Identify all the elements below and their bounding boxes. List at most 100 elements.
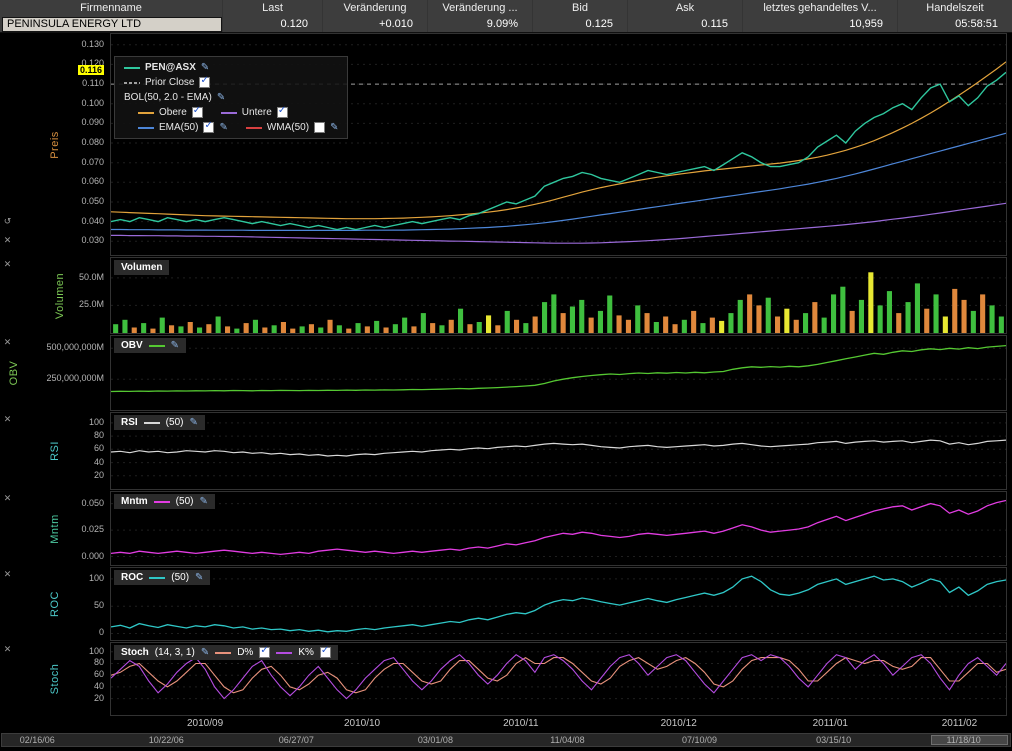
y-tick-label: 0.050 xyxy=(81,498,104,508)
header-label-last-traded-volume: letztes gehandeltes V... xyxy=(742,0,897,16)
k-percent-label: K% xyxy=(298,647,314,658)
y-tick-label: 60 xyxy=(94,669,104,679)
obv-plot[interactable]: OBV ✎ xyxy=(110,335,1007,411)
y-tick-label: 0.090 xyxy=(81,117,104,127)
d-percent-checkbox[interactable] xyxy=(259,647,270,658)
x-axis-tick-label: 2011/02 xyxy=(942,718,977,729)
y-tick-label: 0.030 xyxy=(81,235,104,245)
scrollbar-date-label: 10/22/06 xyxy=(149,735,184,745)
stochastic-legend: Stoch (14, 3, 1) ✎ D% K% xyxy=(114,645,338,660)
rsi-panel-close-button[interactable]: ✕ xyxy=(2,414,13,425)
obv-panel: OBV 500,000,000M250,000,000M OBV ✎ xyxy=(0,335,1012,411)
edit-icon[interactable]: ✎ xyxy=(330,123,338,133)
roc-legend-title: ROC xyxy=(121,572,143,583)
edit-icon[interactable]: ✎ xyxy=(201,63,209,73)
last-price-axis-marker: 0.116 xyxy=(78,65,104,75)
roc-panel-close-button[interactable]: ✕ xyxy=(2,569,13,580)
scrollbar-date-label: 02/16/06 xyxy=(20,735,55,745)
header-label-veraenderung-pct: Veränderung ... xyxy=(427,0,532,16)
y-tick-label: 80 xyxy=(94,430,104,440)
momentum-legend-title: Mntm xyxy=(121,496,148,507)
stochastic-param-label: (14, 3, 1) xyxy=(155,647,195,658)
bollinger-label: BOL(50, 2.0 - EMA) xyxy=(124,92,212,103)
prior-close-checkbox[interactable] xyxy=(199,77,210,88)
scrollbar-date-label: 06/27/07 xyxy=(279,735,314,745)
rsi-plot-svg xyxy=(111,413,1006,489)
wma-checkbox[interactable] xyxy=(314,122,325,133)
prior-close-legend-row: Prior Close xyxy=(124,77,338,88)
y-tick-label: 100 xyxy=(89,417,104,427)
edit-icon[interactable]: ✎ xyxy=(199,497,207,507)
volume-plot[interactable]: Volumen xyxy=(110,257,1007,334)
company-name-field[interactable]: PENINSULA ENERGY LTD xyxy=(2,17,222,32)
header-label-bid: Bid xyxy=(532,0,627,16)
stochastic-legend-title: Stoch xyxy=(121,647,149,658)
scrollbar-date-label: 11/18/10 xyxy=(946,735,980,745)
y-tick-label: 0.025 xyxy=(81,524,104,534)
volume-y-axis: 50.0M25.0M xyxy=(0,257,107,334)
x-axis-tick-label: 2011/01 xyxy=(813,718,848,729)
time-range-scrollbar[interactable]: 02/16/0610/22/0606/27/0703/01/0811/04/08… xyxy=(1,733,1011,747)
y-tick-label: 0.060 xyxy=(81,176,104,186)
rsi-plot[interactable]: RSI (50) ✎ xyxy=(110,412,1007,490)
quote-header: Firmenname Last Veränderung Veränderung … xyxy=(0,0,1012,33)
scrollbar-date-label: 07/10/09 xyxy=(682,735,717,745)
price-panel-close-button[interactable]: ✕ xyxy=(2,235,13,246)
value-change-pct: 9.09% xyxy=(427,16,532,32)
edit-icon[interactable]: ✎ xyxy=(217,93,225,103)
wma-line-sample xyxy=(246,127,262,129)
k-percent-checkbox[interactable] xyxy=(320,647,331,658)
volume-legend-title: Volumen xyxy=(121,262,162,273)
y-tick-label: 100 xyxy=(89,573,104,583)
obv-legend: OBV ✎ xyxy=(114,338,186,353)
volume-legend: Volumen xyxy=(114,260,169,275)
volume-plot-svg xyxy=(111,258,1006,333)
volume-panel-close-button[interactable]: ✕ xyxy=(2,259,13,270)
ema-line-sample xyxy=(138,127,154,129)
y-tick-label: 40 xyxy=(94,681,104,691)
obv-y-axis: 500,000,000M250,000,000M xyxy=(0,335,107,411)
momentum-param-label: (50) xyxy=(176,496,194,507)
momentum-line-sample xyxy=(154,501,170,503)
edit-icon[interactable]: ✎ xyxy=(189,418,197,428)
stochastic-panel-close-button[interactable]: ✕ xyxy=(2,644,13,655)
obv-line-sample xyxy=(149,345,165,347)
y-tick-label: 100 xyxy=(89,646,104,656)
edit-icon[interactable]: ✎ xyxy=(171,341,179,351)
upper-band-checkbox[interactable] xyxy=(192,107,203,118)
company-name-cell: PENINSULA ENERGY LTD xyxy=(0,16,222,32)
header-label-ask: Ask xyxy=(627,0,742,16)
roc-y-axis: 100500 xyxy=(0,567,107,641)
x-axis-tick-label: 2010/10 xyxy=(344,718,380,729)
price-legend: PEN@ASX ✎ Prior Close BOL(50, 2.0 - EMA)… xyxy=(114,56,348,139)
edit-icon[interactable]: ✎ xyxy=(201,648,209,658)
stochastic-plot[interactable]: Stoch (14, 3, 1) ✎ D% K% xyxy=(110,642,1007,716)
upper-band-label: Obere xyxy=(159,107,187,118)
y-tick-label: 80 xyxy=(94,657,104,667)
symbol-legend-row: PEN@ASX ✎ xyxy=(124,62,338,73)
roc-panel: ROC 100500 ROC (50) ✎ xyxy=(0,567,1012,641)
y-tick-label: 20 xyxy=(94,693,104,703)
restore-icon[interactable]: ↺ xyxy=(2,216,13,227)
obv-panel-close-button[interactable]: ✕ xyxy=(2,337,13,348)
roc-plot[interactable]: ROC (50) ✎ xyxy=(110,567,1007,641)
ema-checkbox[interactable] xyxy=(203,122,214,133)
stochastic-y-axis: 10080 60 40 20 xyxy=(0,642,107,716)
header-label-firmenname: Firmenname xyxy=(0,0,222,16)
edit-icon[interactable]: ✎ xyxy=(219,123,227,133)
prior-close-line-sample xyxy=(124,82,140,84)
quote-header-values: PENINSULA ENERGY LTD 0.120 +0.010 9.09% … xyxy=(0,16,1012,32)
momentum-plot[interactable]: Mntm (50) ✎ xyxy=(110,491,1007,566)
rsi-legend: RSI (50) ✎ xyxy=(114,415,205,430)
lower-band-checkbox[interactable] xyxy=(277,107,288,118)
price-plot[interactable]: PEN@ASX ✎ Prior Close BOL(50, 2.0 - EMA)… xyxy=(110,33,1007,256)
y-tick-label: 50.0M xyxy=(79,272,104,282)
y-tick-label: 0.100 xyxy=(81,98,104,108)
quote-header-labels: Firmenname Last Veränderung Veränderung … xyxy=(0,0,1012,16)
momentum-y-axis: 0.0500.0250.000 xyxy=(0,491,107,566)
edit-icon[interactable]: ✎ xyxy=(195,573,203,583)
y-tick-label: 0.080 xyxy=(81,137,104,147)
momentum-panel-close-button[interactable]: ✕ xyxy=(2,493,13,504)
roc-line-sample xyxy=(149,577,165,579)
header-label-veraenderung: Veränderung xyxy=(322,0,427,16)
